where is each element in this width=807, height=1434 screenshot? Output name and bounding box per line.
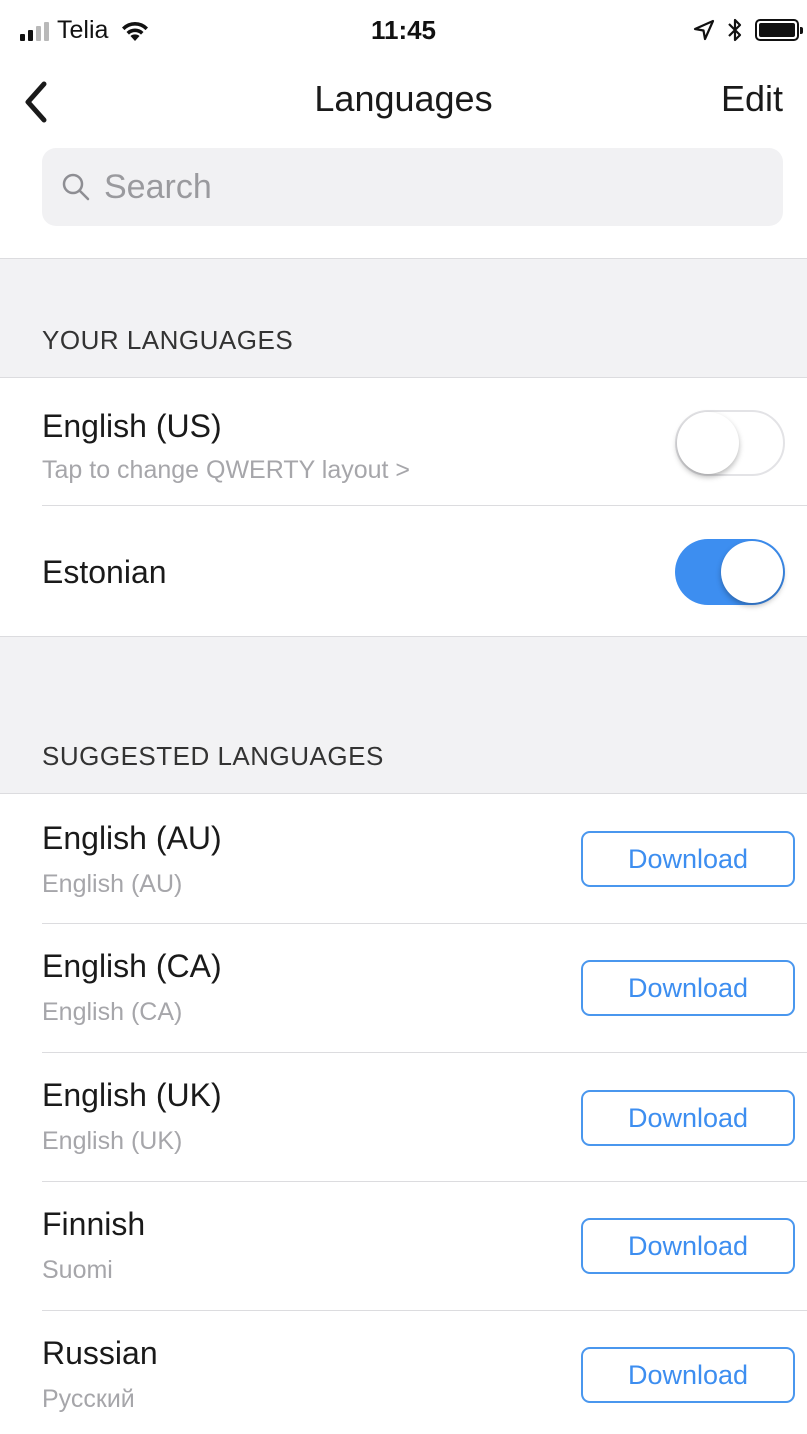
language-row-english-uk: English (UK) English (UK) Download [0, 1053, 807, 1182]
section-header-your-languages: YOUR LANGUAGES [0, 258, 807, 378]
estonian-toggle[interactable] [675, 539, 785, 605]
toggle-knob [721, 541, 783, 603]
language-row-finnish: Finnish Suomi Download [0, 1182, 807, 1311]
language-row-english-ca: English (CA) English (CA) Download [0, 924, 807, 1053]
language-row-english-us[interactable]: English (US) Tap to change QWERTY layout… [0, 378, 807, 506]
language-native-name: Русский [42, 1385, 135, 1413]
section-title: SUGGESTED LANGUAGES [42, 741, 384, 771]
language-native-name: English (CA) [42, 998, 183, 1026]
search-icon [62, 173, 90, 201]
edit-button[interactable]: Edit [721, 78, 783, 120]
location-arrow-icon [693, 19, 715, 41]
download-button[interactable]: Download [581, 1218, 795, 1274]
battery-icon [755, 19, 803, 41]
toggle-knob [677, 412, 739, 474]
download-button[interactable]: Download [581, 831, 795, 887]
language-hint[interactable]: Tap to change QWERTY layout > [42, 456, 410, 485]
download-button[interactable]: Download [581, 1347, 795, 1403]
language-name: English (US) [42, 408, 222, 444]
search-input[interactable] [104, 167, 744, 207]
language-name: English (UK) [42, 1077, 222, 1113]
download-button[interactable]: Download [581, 1090, 795, 1146]
language-native-name: English (UK) [42, 1127, 183, 1155]
page-title: Languages [314, 78, 493, 119]
status-time: 11:45 [370, 15, 437, 45]
language-native-name: Suomi [42, 1256, 113, 1284]
download-button[interactable]: Download [581, 960, 795, 1016]
language-name: Finnish [42, 1206, 146, 1242]
language-row-estonian[interactable]: Estonian [0, 506, 807, 636]
language-row-russian: Russian Русский Download [0, 1311, 807, 1434]
language-name: Estonian [42, 554, 167, 590]
language-row-english-au: English (AU) English (AU) Download [0, 794, 807, 924]
status-bar: Telia 11:45 [0, 0, 807, 64]
language-name: English (AU) [42, 820, 222, 856]
language-name: Russian [42, 1335, 158, 1371]
section-title: YOUR LANGUAGES [42, 325, 294, 355]
nav-bar: Languages Edit [0, 64, 807, 136]
english-us-toggle[interactable] [675, 410, 785, 476]
language-name: English (CA) [42, 948, 222, 984]
status-right [693, 17, 803, 43]
search-bar[interactable] [42, 148, 783, 226]
language-native-name: English (AU) [42, 870, 183, 898]
bluetooth-icon [728, 18, 742, 42]
section-header-suggested-languages: SUGGESTED LANGUAGES [0, 636, 807, 794]
